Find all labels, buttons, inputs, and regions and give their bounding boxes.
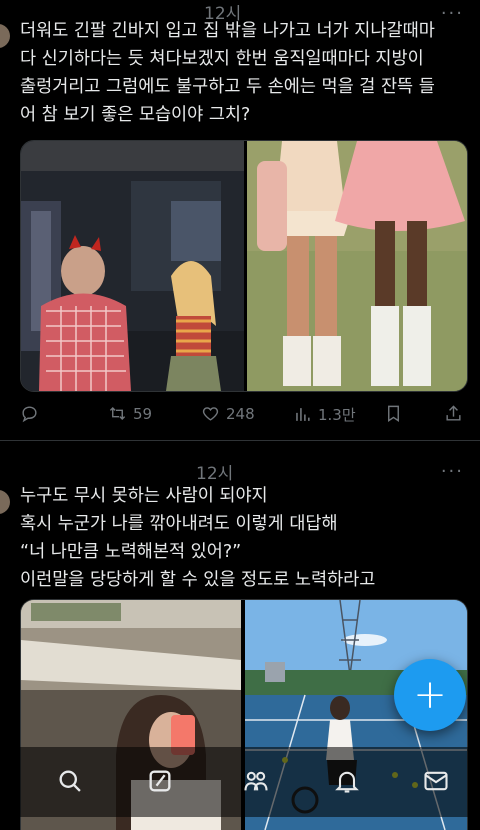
tweet-text: 더워도 긴팔 긴바지 입고 집 밖을 나가고 너가 지나갈때마 다 신기하다는 …: [20, 21, 435, 125]
photo-left[interactable]: [21, 141, 244, 391]
communities-icon[interactable]: [242, 767, 270, 795]
share-icon: [446, 405, 461, 421]
like-icon: [202, 407, 219, 421]
bottom-navigation: [0, 747, 480, 817]
like-button[interactable]: 248: [201, 404, 255, 423]
photo-right[interactable]: [247, 141, 467, 391]
more-options-button[interactable]: ···: [441, 461, 464, 482]
messages-icon[interactable]: [422, 767, 450, 795]
avatar[interactable]: [0, 490, 10, 514]
retweet-icon: [109, 406, 126, 421]
tweet-text: 누구도 무시 못하는 사람이 되야지 혹시 누군가 나를 깎아내려도 이렇게 대…: [20, 486, 376, 590]
photo-left-image: [21, 141, 244, 391]
reply-button[interactable]: [20, 404, 39, 423]
photo-right-image: [247, 141, 467, 391]
views-count: 1.3만: [318, 406, 356, 424]
avatar[interactable]: [0, 24, 10, 48]
tweet-divider: [0, 440, 480, 441]
retweet-count: 59: [133, 404, 153, 423]
tweet-media[interactable]: [20, 140, 468, 392]
bookmark-button[interactable]: [384, 404, 403, 423]
tweet-actions: 59 248 1.3만: [0, 404, 480, 430]
tweet-time: 12시: [196, 464, 234, 484]
reply-icon: [22, 406, 37, 423]
edit-icon[interactable]: [146, 767, 174, 795]
views-button[interactable]: 1.3만: [293, 404, 356, 425]
compose-fab-button[interactable]: +: [394, 659, 466, 731]
search-icon[interactable]: [56, 767, 84, 795]
share-button[interactable]: [444, 404, 463, 423]
views-icon: [296, 408, 310, 421]
like-count: 248: [226, 404, 255, 423]
bookmark-icon: [388, 405, 399, 422]
tweet-1[interactable]: 12시 ··· 더워도 긴팔 긴바지 입고 집 밖을 나가고 너가 지나갈때마 …: [0, 0, 480, 440]
retweet-button[interactable]: 59: [108, 404, 152, 423]
notifications-icon[interactable]: [333, 767, 361, 795]
